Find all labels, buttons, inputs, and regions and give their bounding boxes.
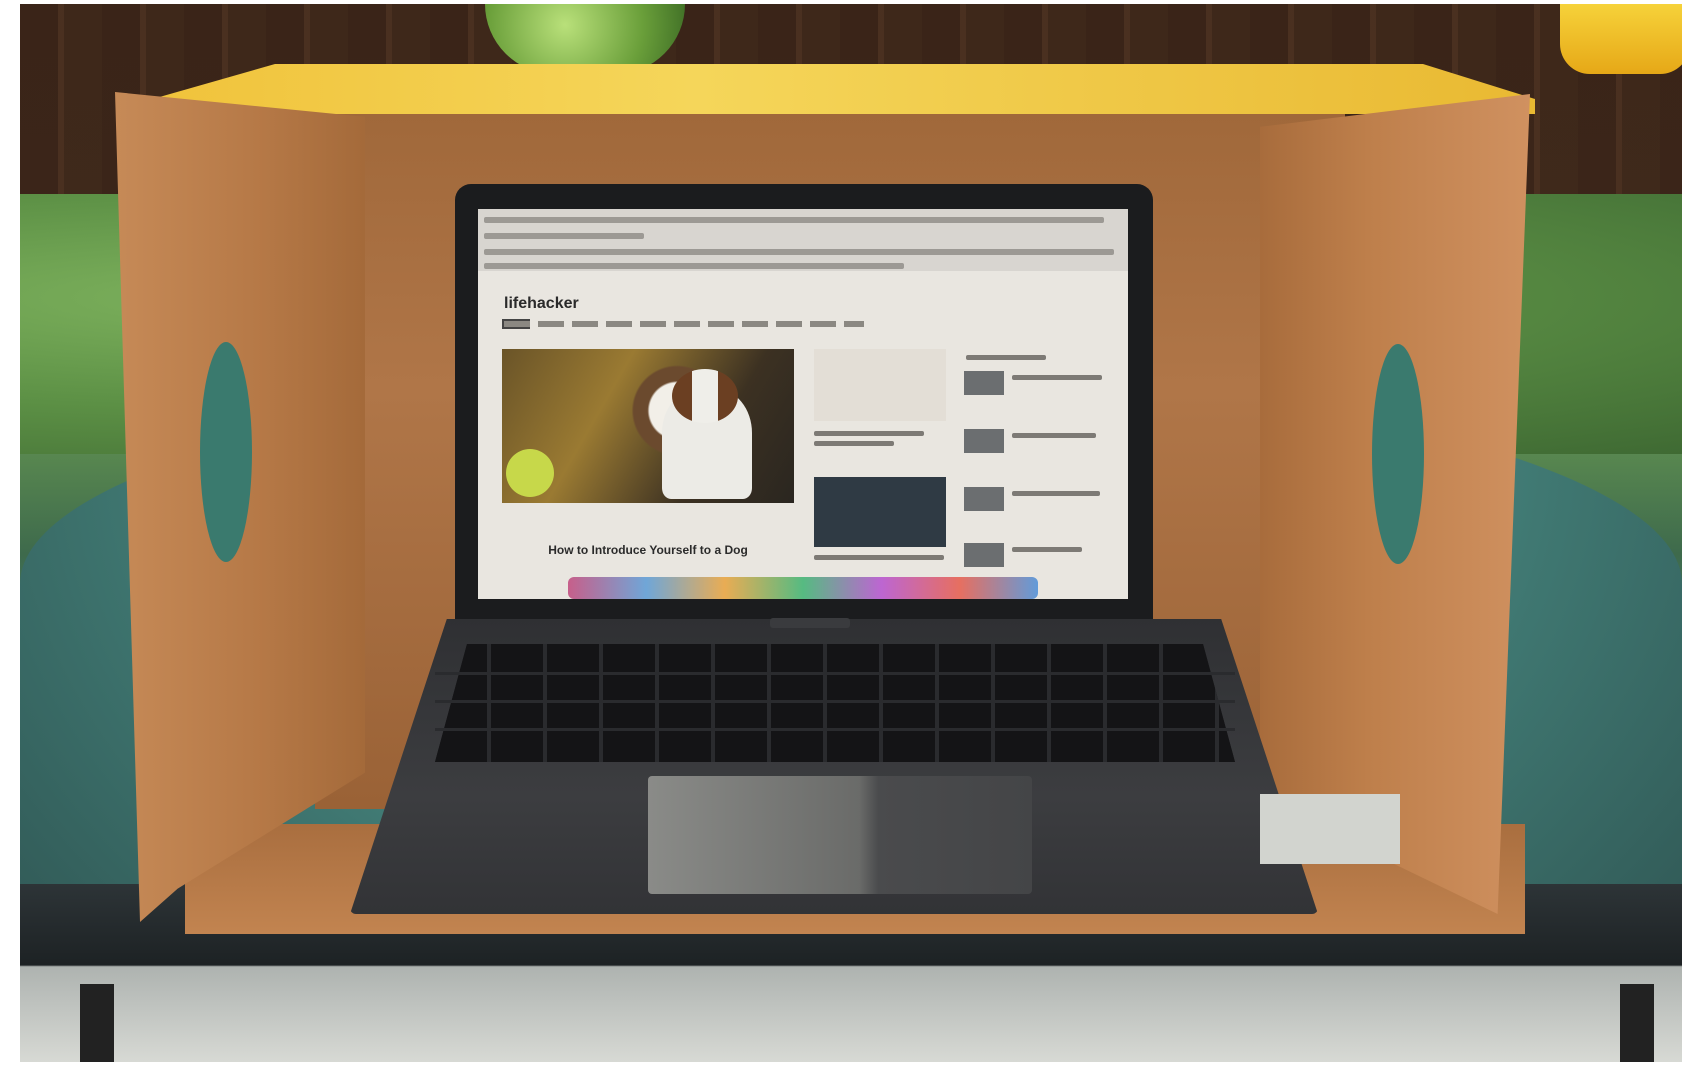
box-handle-hole	[1372, 344, 1424, 564]
table-leg	[1620, 984, 1654, 1062]
site-logo: lifehacker	[504, 295, 579, 312]
dog-head	[672, 369, 738, 423]
box-handle-hole	[200, 342, 252, 562]
key-row-gap	[435, 728, 1235, 731]
trackpad	[648, 776, 1032, 894]
sidebar-thumbnail	[964, 371, 1004, 395]
site-nav	[504, 321, 864, 327]
laptop-keyboard	[435, 644, 1235, 762]
cardboard-box-right-wall	[1260, 94, 1530, 914]
card-image	[814, 349, 946, 421]
yellow-toy	[1560, 4, 1682, 74]
key-row-gap	[435, 672, 1235, 675]
macos-dock	[568, 577, 1038, 599]
sidebar-thumbnail	[964, 543, 1004, 567]
browser-toolbar	[478, 209, 1128, 271]
sidebar-thumbnail	[964, 429, 1004, 453]
table-leg	[80, 984, 114, 1062]
laptop-model-label	[770, 618, 850, 628]
laptop-screen: lifehacker How to Introduce Yourself to …	[478, 209, 1128, 599]
card-image	[814, 477, 946, 547]
ball	[506, 449, 554, 497]
article-headline: How to Introduce Yourself to a Dog	[548, 543, 748, 557]
sidebar-thumbnail	[964, 487, 1004, 511]
sunlight-patch	[1260, 794, 1400, 864]
photo: lifehacker How to Introduce Yourself to …	[20, 4, 1682, 1062]
cardboard-box-top	[135, 64, 1535, 114]
hero-image	[502, 349, 794, 503]
key-row-gap	[435, 700, 1235, 703]
